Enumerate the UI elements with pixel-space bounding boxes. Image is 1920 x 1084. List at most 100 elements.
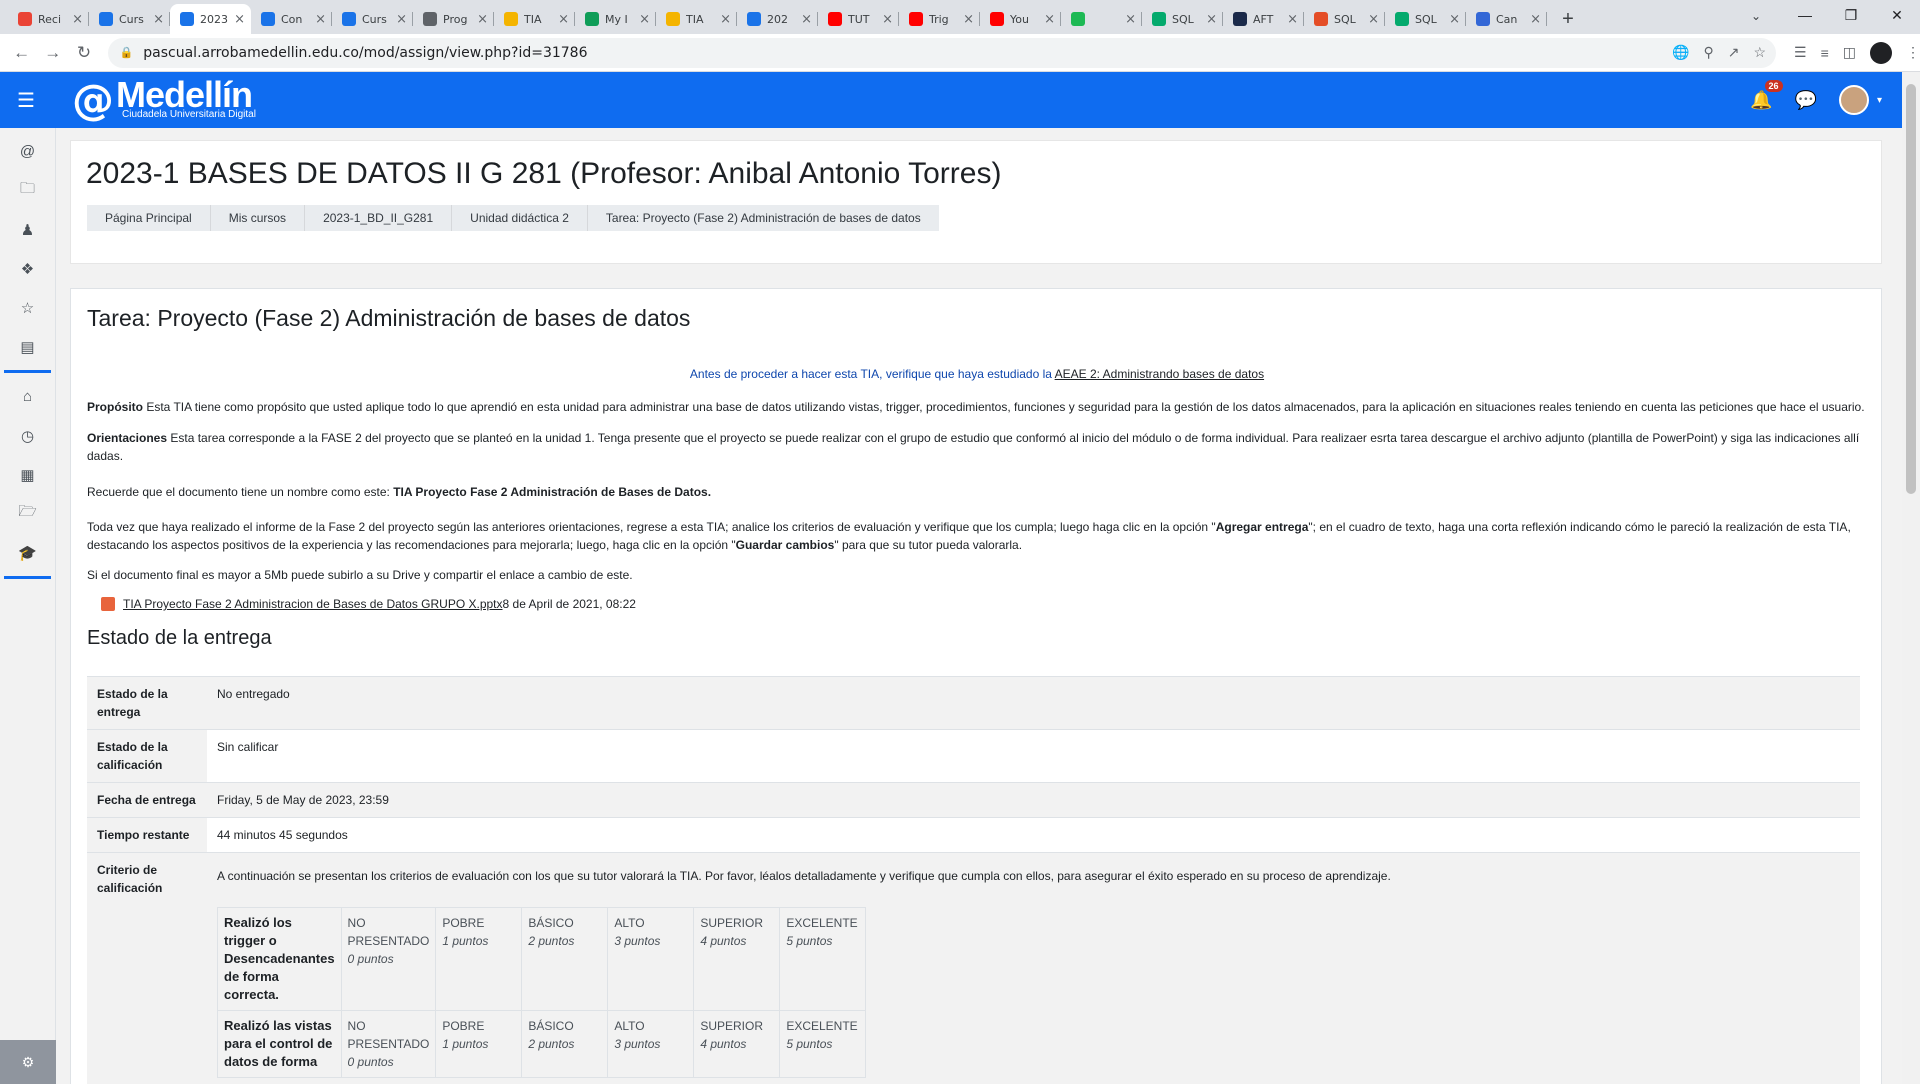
submission-status-table: Estado de la entrega No entregado Estado… <box>87 676 1860 1084</box>
breadcrumb-item[interactable]: Unidad didáctica 2 <box>452 205 588 231</box>
attachment-link[interactable]: TIA Proyecto Fase 2 Administracion de Ba… <box>123 597 503 611</box>
sidebar-dashboard-icon[interactable]: ◷ <box>0 416 55 455</box>
tab-close-icon[interactable]: × <box>1530 12 1541 27</box>
sidebar-separator <box>4 370 51 373</box>
browser-tab[interactable]: Trig × <box>899 4 980 34</box>
browser-tab[interactable]: SQL × <box>1142 4 1223 34</box>
url-text[interactable]: pascual.arrobamedellin.edu.co/mod/assign… <box>143 45 587 61</box>
back-icon[interactable]: ← <box>6 37 37 69</box>
browser-tab[interactable]: TIA × <box>494 4 575 34</box>
browser-tab[interactable]: Can × <box>1466 4 1547 34</box>
tab-close-icon[interactable]: × <box>801 12 812 27</box>
instructions-paragraph: Toda vez que haya realizado el informe d… <box>87 518 1867 554</box>
tab-title: TIA <box>686 12 704 26</box>
browser-tab[interactable]: AFT × <box>1223 4 1304 34</box>
sidebar-competencies-icon[interactable]: ☆ <box>0 288 55 327</box>
zoom-icon[interactable]: ⚲ <box>1703 44 1713 61</box>
tab-close-icon[interactable]: × <box>1125 12 1136 27</box>
rubric-level-points: 1 puntos <box>442 1037 489 1051</box>
tab-close-icon[interactable]: × <box>720 12 731 27</box>
user-menu-caret-icon[interactable]: ▾ <box>1877 95 1882 106</box>
tab-close-icon[interactable]: × <box>882 12 893 27</box>
browser-tab[interactable]: × <box>1061 4 1142 34</box>
browser-menu-icon[interactable]: ⋮ <box>1906 44 1920 61</box>
rubric-level-label: EXCELENTE <box>786 1019 858 1033</box>
browser-tab[interactable]: You × <box>980 4 1061 34</box>
bookmark-star-icon[interactable]: ☆ <box>1753 44 1766 61</box>
status-value: Friday, 5 de May de 2023, 23:59 <box>207 782 1860 818</box>
side-panel-icon[interactable]: ◫ <box>1843 44 1856 61</box>
address-bar[interactable]: 🔒 pascual.arrobamedellin.edu.co/mod/assi… <box>107 37 1777 68</box>
sidebar-badges-icon[interactable]: ❖ <box>0 249 55 288</box>
tab-close-icon[interactable]: × <box>72 12 83 27</box>
tab-close-icon[interactable]: × <box>477 12 488 27</box>
browser-tab[interactable]: TUT × <box>818 4 899 34</box>
sidebar-files-icon[interactable]: 🗁 <box>0 494 55 533</box>
sidebar-home-icon[interactable]: ⌂ <box>0 377 55 416</box>
sidebar-courses-icon[interactable]: 🎓 <box>0 533 55 572</box>
aeae-link[interactable]: AEAE 2: Administrando bases de datos <box>1055 367 1264 381</box>
slides-icon <box>666 12 680 26</box>
drive-icon <box>585 12 599 26</box>
browser-tab[interactable]: SQL × <box>1304 4 1385 34</box>
tab-close-icon[interactable]: × <box>1044 12 1055 27</box>
browser-tab[interactable]: Curs × <box>332 4 413 34</box>
tab-close-icon[interactable]: × <box>234 12 245 27</box>
browser-tab[interactable]: 202 × <box>737 4 818 34</box>
sidebar-separator <box>4 576 51 579</box>
restore-icon[interactable]: ❐ <box>1828 0 1874 30</box>
sidebar-folder-icon[interactable]: 🗀 <box>0 171 55 210</box>
tab-title: Curs <box>119 12 144 26</box>
scrollbar-thumb[interactable] <box>1906 84 1916 494</box>
tab-close-icon[interactable]: × <box>1206 12 1217 27</box>
reading-list-icon[interactable]: ≡ <box>1821 45 1829 61</box>
minimize-icon[interactable]: — <box>1782 0 1828 30</box>
logo-at-symbol: @ <box>72 75 114 124</box>
browser-tab[interactable]: Prog × <box>413 4 494 34</box>
tab-close-icon[interactable]: × <box>1449 12 1460 27</box>
browser-tab[interactable]: Con × <box>251 4 332 34</box>
page-scrollbar[interactable] <box>1902 72 1920 1084</box>
sidebar-grades-icon[interactable]: ▤ <box>0 327 55 366</box>
reload-icon[interactable]: ↻ <box>68 37 99 69</box>
site-logo[interactable]: @ Medellín Ciudadela Universitaria Digit… <box>72 75 256 124</box>
browser-tab[interactable]: TIA × <box>656 4 737 34</box>
new-tab-button[interactable]: + <box>1553 4 1583 34</box>
messages-icon[interactable]: 💬 <box>1795 90 1817 111</box>
lock-icon[interactable]: 🔒 <box>120 46 134 59</box>
sidebar-home-at-icon[interactable]: @ <box>0 132 55 171</box>
browser-tab[interactable]: Reci × <box>8 4 89 34</box>
breadcrumb-item[interactable]: Página Principal <box>87 205 211 231</box>
breadcrumb-item[interactable]: Mis cursos <box>211 205 306 231</box>
tab-close-icon[interactable]: × <box>1368 12 1379 27</box>
tab-search-icon[interactable]: ⌄ <box>1742 2 1770 30</box>
tab-close-icon[interactable]: × <box>963 12 974 27</box>
breadcrumb-item[interactable]: Tarea: Proyecto (Fase 2) Administración … <box>588 205 939 231</box>
share-icon[interactable]: ↗ <box>1728 44 1740 61</box>
tab-close-icon[interactable]: × <box>558 12 569 27</box>
sidebar-participants-icon[interactable]: ♟ <box>0 210 55 249</box>
tab-close-icon[interactable]: × <box>396 12 407 27</box>
browser-tab[interactable]: SQL × <box>1385 4 1466 34</box>
tab-close-icon[interactable]: × <box>315 12 326 27</box>
accessibility-icon[interactable]: ⚙ <box>0 1040 56 1084</box>
sidebar-calendar-icon[interactable]: ▦ <box>0 455 55 494</box>
rubric-level-points: 0 puntos <box>347 1055 394 1069</box>
hamburger-menu-icon[interactable]: ☰ <box>0 72 52 128</box>
user-avatar[interactable] <box>1838 85 1869 115</box>
tab-close-icon[interactable]: × <box>639 12 650 27</box>
browser-tab[interactable]: My I × <box>575 4 656 34</box>
notifications-bell-icon[interactable]: 🔔 26 <box>1750 79 1783 111</box>
status-value: 44 minutos 45 segundos <box>207 817 1860 853</box>
breadcrumb-item[interactable]: 2023-1_BD_II_G281 <box>305 205 453 231</box>
browser-tab[interactable]: Curs × <box>89 4 170 34</box>
tab-close-icon[interactable]: × <box>1287 12 1298 27</box>
forward-icon[interactable]: → <box>37 37 68 69</box>
translate-icon[interactable]: 🌐 <box>1672 44 1689 61</box>
rubric-level-label: BÁSICO <box>528 916 574 930</box>
tab-close-icon[interactable]: × <box>153 12 164 27</box>
profile-avatar-icon[interactable] <box>1870 41 1893 64</box>
extensions-puzzle-icon[interactable]: ☰ <box>1794 44 1807 61</box>
close-window-icon[interactable]: ✕ <box>1874 0 1920 30</box>
browser-tab[interactable]: 2023 × <box>170 4 251 34</box>
